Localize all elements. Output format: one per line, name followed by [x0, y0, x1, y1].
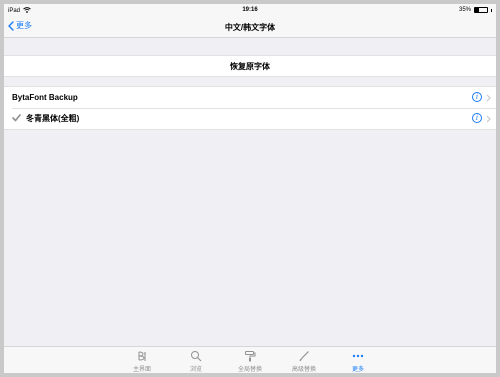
tab-label: 高级替换 [291, 367, 316, 373]
bytafont-logo-icon [136, 350, 148, 362]
font-row-bytafont-backup[interactable]: BytaFont Backup i [4, 87, 496, 108]
battery-tip [491, 8, 492, 12]
search-icon [190, 350, 202, 362]
chevron-right-icon [486, 94, 491, 102]
tab-more[interactable]: 更多 [331, 347, 385, 374]
paint-roller-icon [244, 350, 256, 362]
tab-label: 浏览 [189, 367, 202, 373]
font-name: 冬青黑体(全粗) [26, 114, 80, 123]
info-icon[interactable]: i [472, 92, 482, 102]
tab-bar: 主界面 浏览 全局替换 高级替换 更多 [4, 346, 496, 373]
status-right: 35% [459, 7, 492, 13]
checkmark-icon [12, 114, 21, 122]
restore-font-label: 恢复原字体 [230, 61, 270, 71]
brush-icon [298, 350, 310, 362]
page-title: 中文/韩文字体 [224, 23, 276, 32]
device-frame: iPad 19:16 35% 更多 中文/韩文字体 恢复原字体 BytaFont… [0, 0, 500, 377]
battery-icon [474, 7, 488, 13]
battery-fill [475, 8, 480, 12]
chevron-right-icon [486, 115, 491, 123]
tab-label: 全局替换 [237, 367, 262, 373]
restore-font-button[interactable]: 恢复原字体 [4, 55, 496, 77]
battery-percent: 35% [458, 7, 471, 13]
status-bar: iPad 19:16 35% [4, 4, 496, 16]
info-icon[interactable]: i [472, 113, 482, 123]
status-time: 19:16 [242, 7, 258, 13]
tab-browse[interactable]: 浏览 [169, 347, 223, 374]
font-name: BytaFont Backup [12, 93, 78, 102]
more-dots-icon [352, 350, 364, 362]
tab-advanced-replace[interactable]: 高级替换 [277, 347, 331, 374]
tab-global-replace[interactable]: 全局替换 [223, 347, 277, 374]
tab-home[interactable]: 主界面 [115, 347, 169, 374]
font-list: BytaFont Backup i 冬青黑体(全粗) i [4, 86, 496, 130]
font-row-dongqing-heiti[interactable]: 冬青黑体(全粗) i [4, 108, 496, 129]
tab-label: 主界面 [132, 367, 151, 373]
tab-label: 更多 [351, 367, 364, 373]
navigation-bar: 更多 中文/韩文字体 [4, 16, 496, 38]
